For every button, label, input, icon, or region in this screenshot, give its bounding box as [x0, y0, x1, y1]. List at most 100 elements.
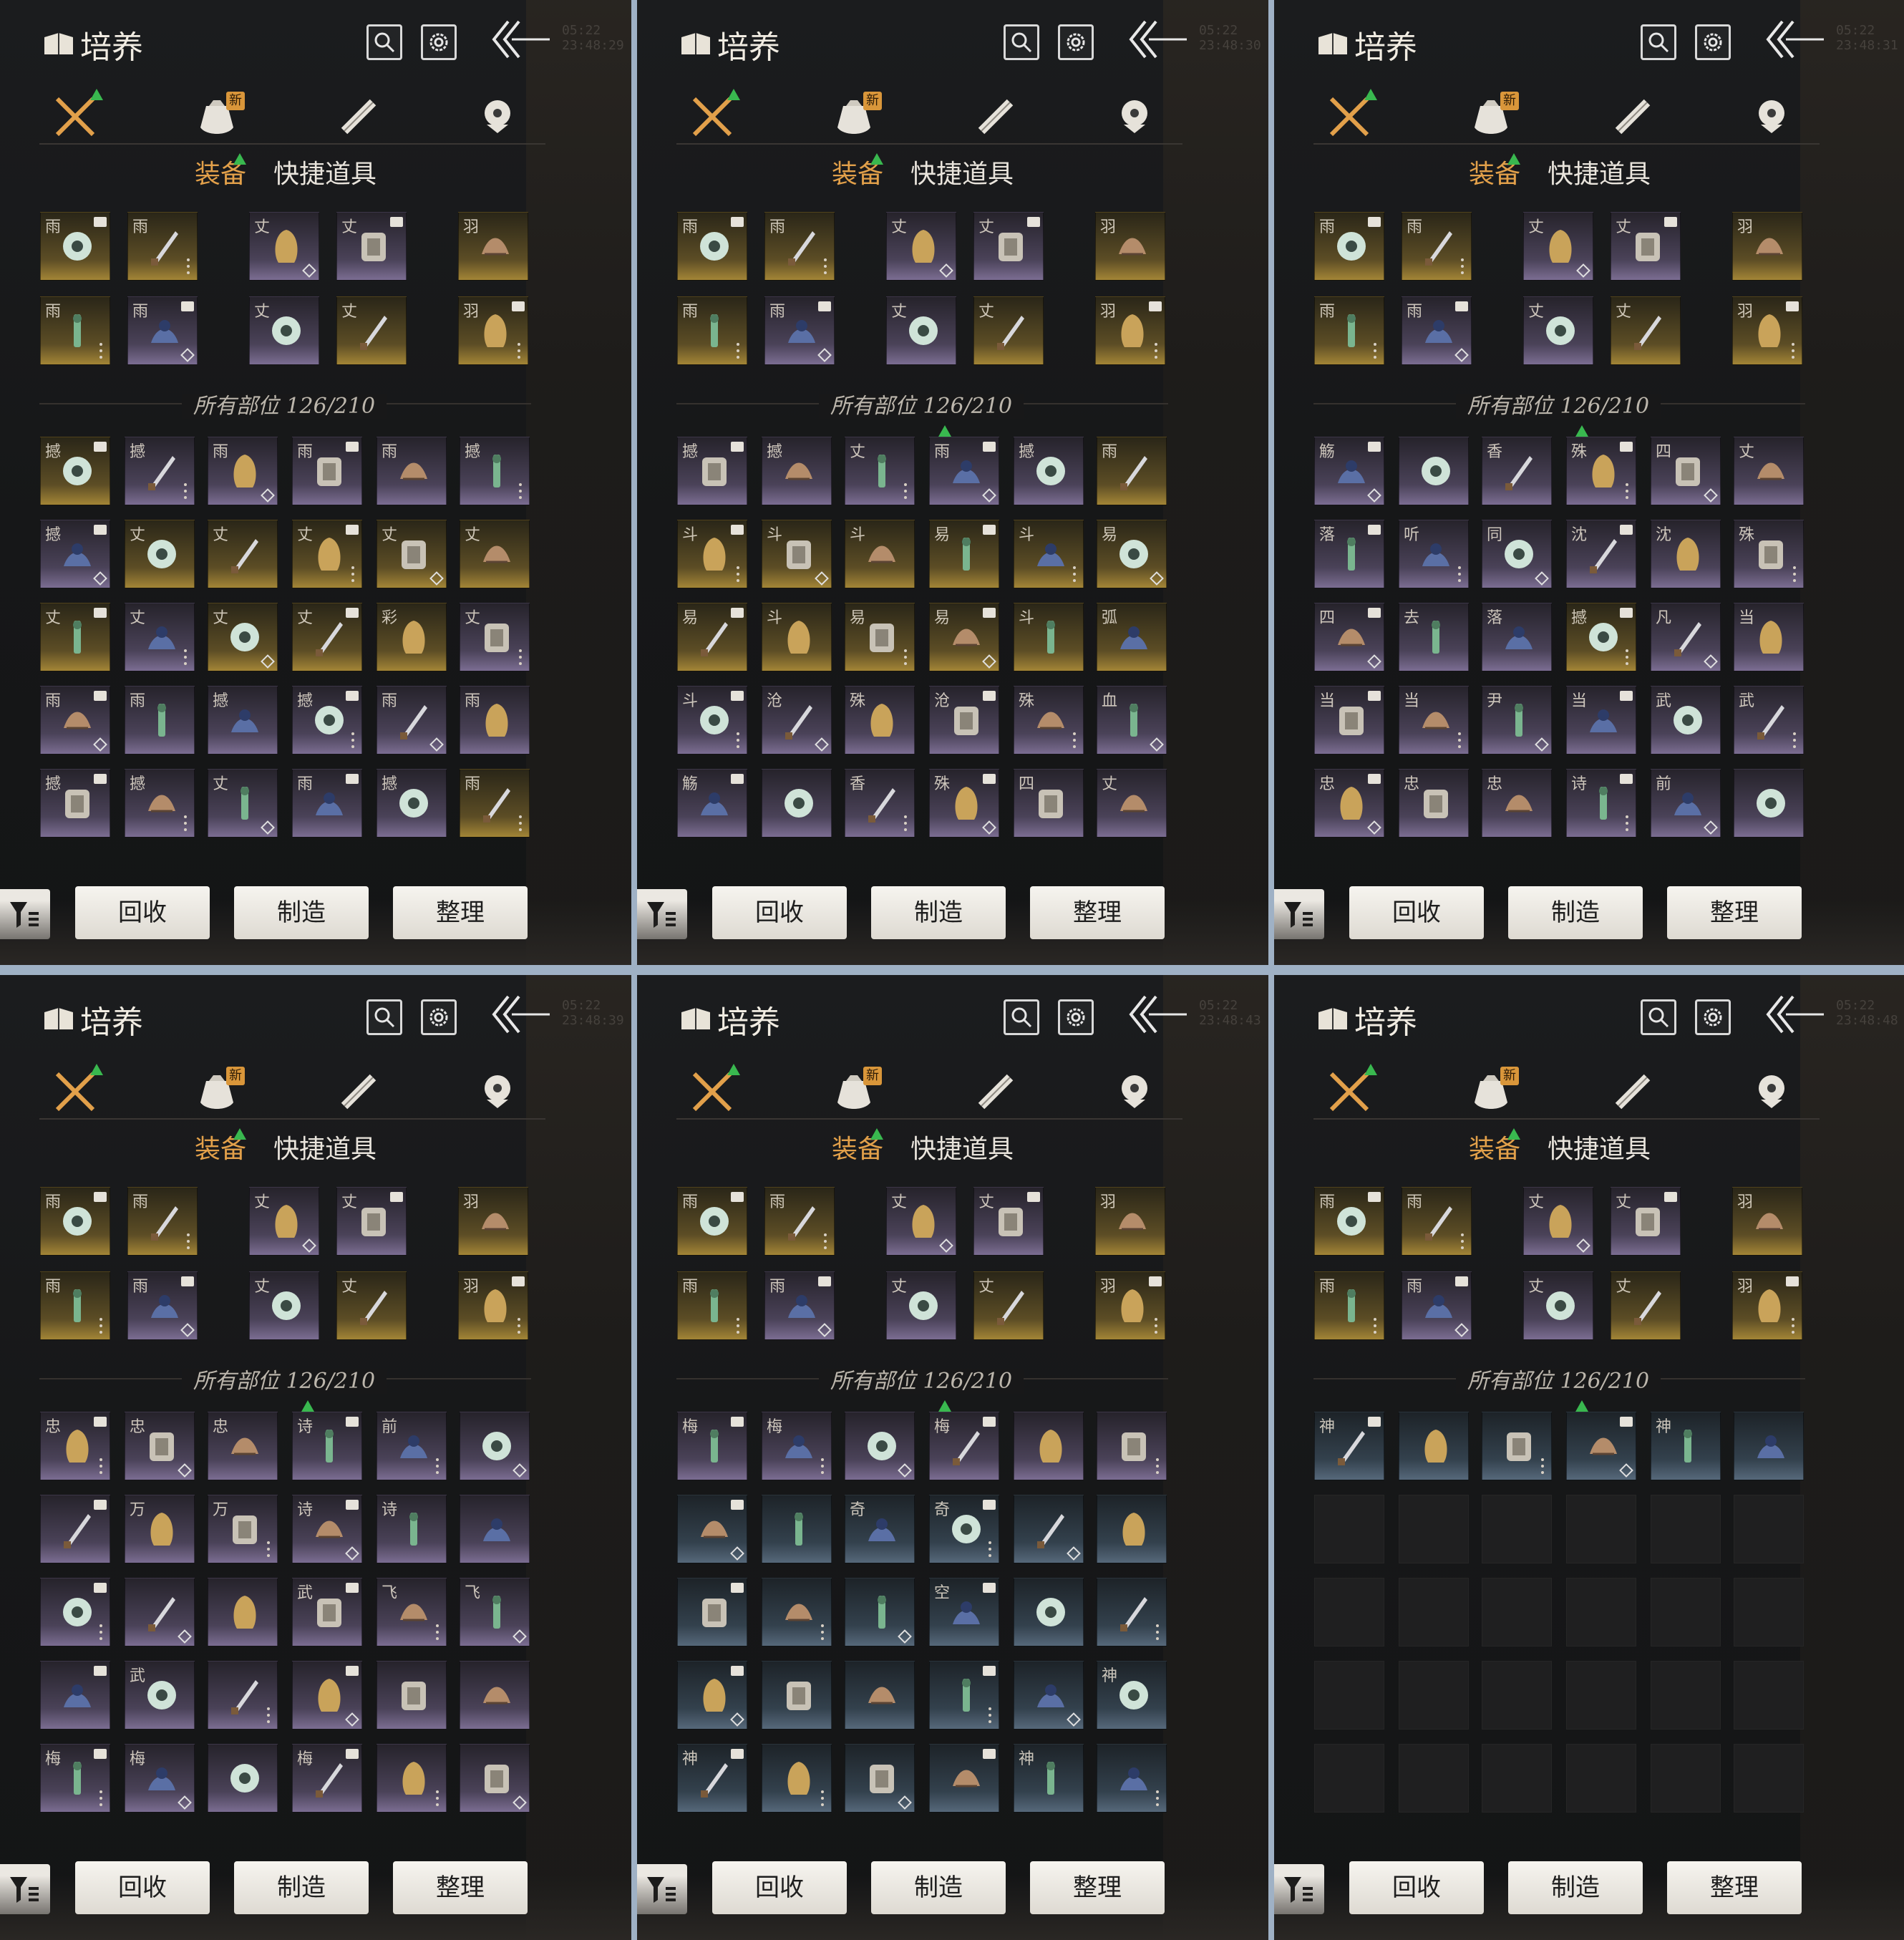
equipped-slot[interactable]: 丈: [886, 296, 956, 365]
inventory-item[interactable]: 雨: [460, 769, 530, 838]
equipped-slot[interactable]: 羽: [1095, 1271, 1165, 1340]
empty-slot[interactable]: [1734, 1744, 1804, 1813]
equipped-slot[interactable]: 羽: [1732, 212, 1802, 281]
category-tab[interactable]: [50, 89, 103, 142]
tab-quick-items[interactable]: 快捷道具: [910, 1128, 1014, 1165]
inventory-item[interactable]: 觞: [1314, 437, 1384, 505]
equipped-slot[interactable]: 丈: [249, 296, 319, 365]
search-button[interactable]: [366, 999, 402, 1035]
inventory-item[interactable]: 殊: [845, 686, 915, 755]
equipped-slot[interactable]: 雨: [1402, 296, 1472, 365]
equipped-slot[interactable]: 丈: [973, 1187, 1044, 1256]
recycle-button[interactable]: 回收: [1349, 886, 1484, 939]
craft-button[interactable]: 制造: [1508, 1861, 1643, 1914]
equipped-slot[interactable]: 雨: [677, 1187, 747, 1256]
back-button[interactable]: [487, 989, 551, 1039]
equipped-slot[interactable]: 丈: [1523, 296, 1593, 365]
inventory-item[interactable]: 丈: [208, 603, 278, 671]
equipped-slot[interactable]: 雨: [127, 212, 198, 281]
filter-button[interactable]: [1274, 1864, 1324, 1914]
inventory-item[interactable]: 斗: [677, 686, 747, 755]
inventory-item[interactable]: 忠: [125, 1412, 195, 1480]
inventory-item[interactable]: 易: [929, 520, 999, 588]
category-tab[interactable]: [687, 89, 740, 142]
equipped-slot[interactable]: 雨: [1314, 1187, 1384, 1256]
empty-slot[interactable]: [1399, 1661, 1469, 1730]
equipped-slot[interactable]: 雨: [1314, 1271, 1384, 1340]
inventory-item[interactable]: 神: [1097, 1661, 1167, 1730]
inventory-item[interactable]: 沈: [1651, 520, 1721, 588]
inventory-item[interactable]: 血: [1097, 686, 1167, 755]
inventory-item[interactable]: 武: [292, 1578, 362, 1646]
category-tab[interactable]: [50, 1064, 103, 1117]
inventory-item[interactable]: 忠: [1482, 769, 1552, 838]
category-tab[interactable]: [334, 1067, 384, 1117]
equipped-slot[interactable]: 雨: [677, 296, 747, 365]
craft-button[interactable]: 制造: [871, 1861, 1006, 1914]
inventory-item[interactable]: [1097, 1744, 1167, 1813]
empty-slot[interactable]: [1314, 1744, 1384, 1813]
equipped-slot[interactable]: 雨: [1314, 296, 1384, 365]
sort-button[interactable]: 整理: [393, 1861, 528, 1914]
inventory-item[interactable]: 当: [1734, 603, 1804, 671]
inventory-item[interactable]: 飞: [377, 1578, 447, 1646]
recycle-button[interactable]: 回收: [75, 886, 210, 939]
inventory-item[interactable]: [292, 1661, 362, 1730]
recycle-button[interactable]: 回收: [1349, 1861, 1484, 1914]
recycle-button[interactable]: 回收: [712, 1861, 847, 1914]
inventory-item[interactable]: 雨: [125, 686, 195, 755]
equipped-slot[interactable]: 雨: [40, 1187, 110, 1256]
empty-slot[interactable]: [1734, 1661, 1804, 1730]
inventory-item[interactable]: [1097, 1495, 1167, 1563]
inventory-item[interactable]: 落: [1314, 520, 1384, 588]
equipped-slot[interactable]: 羽: [1095, 1187, 1165, 1256]
inventory-item[interactable]: [845, 1578, 915, 1646]
settings-button[interactable]: [1058, 24, 1094, 60]
category-tab[interactable]: 新: [1466, 92, 1519, 142]
inventory-item[interactable]: 丈: [1097, 769, 1167, 838]
craft-button[interactable]: 制造: [234, 886, 369, 939]
inventory-item[interactable]: [845, 1744, 915, 1813]
inventory-item[interactable]: 前: [1651, 769, 1721, 838]
equipped-slot[interactable]: 丈: [973, 1271, 1044, 1340]
settings-button[interactable]: [421, 24, 457, 60]
inventory-item[interactable]: [677, 1578, 747, 1646]
equipped-slot[interactable]: 羽: [1095, 296, 1165, 365]
equipped-slot[interactable]: 羽: [458, 296, 528, 365]
inventory-item[interactable]: 雨: [292, 437, 362, 505]
inventory-item[interactable]: 丈: [1734, 437, 1804, 505]
recycle-button[interactable]: 回收: [75, 1861, 210, 1914]
inventory-item[interactable]: [377, 1744, 447, 1813]
inventory-item[interactable]: 梅: [125, 1744, 195, 1813]
inventory-item[interactable]: 斗: [1014, 520, 1084, 588]
inventory-item[interactable]: 沧: [762, 686, 832, 755]
inventory-item[interactable]: 雨: [377, 686, 447, 755]
equipped-slot[interactable]: 丈: [886, 1271, 956, 1340]
inventory-item[interactable]: 香: [845, 769, 915, 838]
empty-slot[interactable]: [1566, 1744, 1636, 1813]
inventory-item[interactable]: 撼: [40, 437, 110, 505]
inventory-item[interactable]: 梅: [677, 1412, 747, 1480]
inventory-item[interactable]: 撼: [125, 437, 195, 505]
equipped-slot[interactable]: 雨: [764, 1271, 835, 1340]
filter-button[interactable]: [0, 1864, 50, 1914]
inventory-item[interactable]: [929, 1744, 999, 1813]
equipped-slot[interactable]: 丈: [249, 1271, 319, 1340]
equipped-slot[interactable]: 雨: [40, 212, 110, 281]
category-tab[interactable]: [1747, 92, 1797, 142]
equipped-slot[interactable]: 羽: [1095, 212, 1165, 281]
empty-slot[interactable]: [1399, 1495, 1469, 1563]
inventory-item[interactable]: 撼: [208, 686, 278, 755]
inventory-item[interactable]: [40, 1495, 110, 1563]
inventory-item[interactable]: [40, 1578, 110, 1646]
inventory-item[interactable]: 四: [1314, 603, 1384, 671]
inventory-item[interactable]: 神: [677, 1744, 747, 1813]
craft-button[interactable]: 制造: [1508, 886, 1643, 939]
inventory-item[interactable]: 万: [208, 1495, 278, 1563]
inventory-item[interactable]: 梅: [762, 1412, 832, 1480]
equipped-slot[interactable]: 丈: [336, 1271, 407, 1340]
tab-quick-items[interactable]: 快捷道具: [910, 153, 1014, 190]
inventory-item[interactable]: 梅: [292, 1744, 362, 1813]
equipped-slot[interactable]: 羽: [458, 1271, 528, 1340]
inventory-item[interactable]: 撼: [40, 520, 110, 588]
